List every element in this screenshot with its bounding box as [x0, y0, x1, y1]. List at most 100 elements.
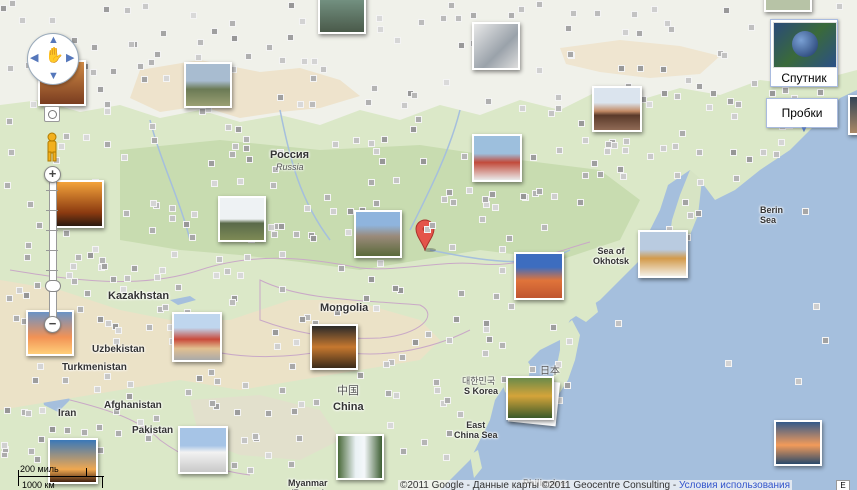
- photo-marker[interactable]: [334, 309, 341, 316]
- photo-marker[interactable]: [381, 136, 388, 143]
- photo-marker[interactable]: [70, 263, 77, 270]
- photo-marker[interactable]: [91, 44, 98, 51]
- terms-link[interactable]: Условия использования: [679, 480, 790, 490]
- photo-marker[interactable]: [288, 461, 295, 468]
- photo-marker[interactable]: [146, 428, 153, 435]
- photo-marker[interactable]: [536, 1, 543, 8]
- photo-marker[interactable]: [637, 65, 644, 72]
- photo-marker[interactable]: [697, 179, 704, 186]
- photo-marker[interactable]: [313, 399, 320, 406]
- photo-marker[interactable]: [449, 244, 456, 251]
- photo-marker[interactable]: [224, 268, 231, 275]
- photo-marker[interactable]: [229, 151, 236, 158]
- photo-marker[interactable]: [62, 377, 69, 384]
- photo-marker[interactable]: [330, 208, 337, 215]
- photo-marker[interactable]: [611, 142, 618, 149]
- photo-marker[interactable]: [150, 200, 157, 207]
- photo-marker[interactable]: [299, 18, 306, 25]
- photo-marker[interactable]: [443, 79, 450, 86]
- photo-thumbnail[interactable]: [48, 438, 98, 484]
- photo-marker[interactable]: [83, 134, 90, 141]
- photo-marker[interactable]: [672, 143, 679, 150]
- photo-marker[interactable]: [332, 141, 339, 148]
- photo-marker[interactable]: [730, 149, 737, 156]
- photo-marker[interactable]: [34, 282, 41, 289]
- photo-thumbnail[interactable]: [592, 86, 642, 132]
- photo-marker[interactable]: [725, 360, 732, 367]
- photo-marker[interactable]: [425, 331, 432, 338]
- photo-marker[interactable]: [189, 234, 196, 241]
- photo-marker[interactable]: [622, 147, 629, 154]
- photo-marker[interactable]: [272, 166, 279, 173]
- photo-marker[interactable]: [137, 63, 144, 70]
- photo-marker[interactable]: [252, 433, 259, 440]
- photo-marker[interactable]: [731, 113, 738, 120]
- photo-marker[interactable]: [175, 284, 182, 291]
- photo-marker[interactable]: [723, 7, 730, 14]
- photo-marker[interactable]: [530, 154, 537, 161]
- photo-marker[interactable]: [548, 110, 555, 117]
- photo-marker[interactable]: [482, 196, 489, 203]
- photo-marker[interactable]: [162, 304, 169, 311]
- photo-marker[interactable]: [383, 361, 390, 368]
- photo-marker[interactable]: [393, 392, 400, 399]
- photo-marker[interactable]: [746, 156, 753, 163]
- photo-marker[interactable]: [446, 189, 453, 196]
- photo-marker[interactable]: [301, 58, 308, 65]
- photo-marker[interactable]: [37, 363, 44, 370]
- photo-marker[interactable]: [191, 211, 198, 218]
- photo-marker[interactable]: [272, 329, 279, 336]
- photo-marker[interactable]: [696, 83, 703, 90]
- photo-thumbnail[interactable]: [218, 196, 266, 242]
- photo-thumbnail[interactable]: [764, 0, 812, 12]
- photo-marker[interactable]: [368, 140, 375, 147]
- photo-marker[interactable]: [440, 15, 447, 22]
- photo-marker[interactable]: [216, 256, 223, 263]
- photo-marker[interactable]: [279, 387, 286, 394]
- photo-marker[interactable]: [392, 285, 399, 292]
- photo-marker[interactable]: [379, 158, 386, 165]
- photo-marker[interactable]: [268, 224, 275, 231]
- photo-marker[interactable]: [594, 10, 601, 17]
- photo-marker[interactable]: [721, 52, 728, 59]
- photo-thumbnail[interactable]: [336, 434, 384, 480]
- photo-marker[interactable]: [309, 101, 316, 108]
- photo-marker[interactable]: [802, 208, 809, 215]
- photo-marker[interactable]: [668, 26, 675, 33]
- photo-marker[interactable]: [225, 124, 232, 131]
- photo-marker[interactable]: [706, 104, 713, 111]
- photo-marker[interactable]: [421, 439, 428, 446]
- photo-marker[interactable]: [508, 303, 515, 310]
- photo-marker[interactable]: [105, 320, 112, 327]
- photo-marker[interactable]: [570, 10, 577, 17]
- photo-marker[interactable]: [237, 272, 244, 279]
- photo-marker[interactable]: [660, 145, 667, 152]
- photo-marker[interactable]: [265, 410, 272, 417]
- photo-marker[interactable]: [110, 276, 117, 283]
- photo-marker[interactable]: [822, 337, 829, 344]
- photo-marker[interactable]: [160, 30, 167, 37]
- photo-marker[interactable]: [246, 156, 253, 163]
- photo-marker[interactable]: [208, 160, 215, 167]
- photo-marker[interactable]: [183, 221, 190, 228]
- overview-toggle-icon[interactable]: E: [836, 480, 850, 490]
- photo-marker[interactable]: [541, 224, 548, 231]
- photo-marker[interactable]: [151, 137, 158, 144]
- traffic-button[interactable]: Пробки ▼: [766, 98, 838, 134]
- photo-marker[interactable]: [453, 316, 460, 323]
- photo-thumbnail[interactable]: [172, 312, 222, 362]
- photo-marker[interactable]: [443, 454, 450, 461]
- photo-marker[interactable]: [298, 401, 305, 408]
- photo-marker[interactable]: [591, 160, 598, 167]
- photo-marker[interactable]: [324, 194, 331, 201]
- photo-marker[interactable]: [75, 254, 82, 261]
- photo-marker[interactable]: [38, 436, 45, 443]
- photo-marker[interactable]: [446, 430, 453, 437]
- photo-thumbnail[interactable]: [638, 230, 688, 278]
- photo-marker[interactable]: [66, 272, 73, 279]
- photo-marker[interactable]: [49, 426, 56, 433]
- photo-marker[interactable]: [245, 53, 252, 60]
- photo-marker[interactable]: [211, 180, 218, 187]
- photo-marker[interactable]: [448, 2, 455, 9]
- photo-marker[interactable]: [304, 205, 311, 212]
